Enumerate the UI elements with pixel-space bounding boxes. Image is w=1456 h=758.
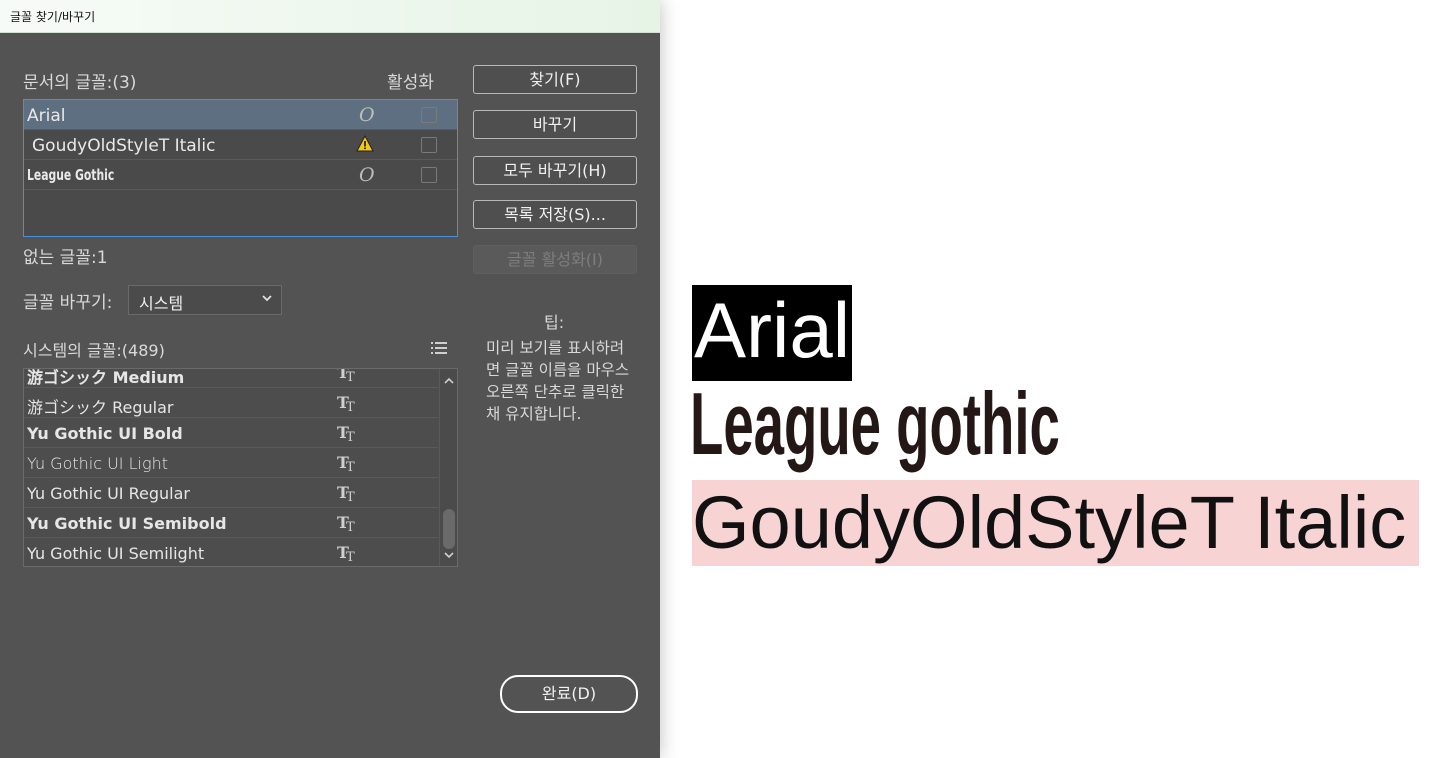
doc-fonts-label: 문서의 글꼴:(3): [23, 73, 137, 93]
font-name: League Gothic: [27, 166, 115, 184]
list-item[interactable]: 游ゴシック Medium TT: [24, 368, 438, 388]
list-item[interactable]: Yu Gothic UI Regular TT: [24, 478, 438, 508]
sample-text-league-gothic: League gothic: [690, 374, 1060, 473]
replace-with-dropdown[interactable]: 시스템: [128, 285, 282, 315]
sample-text-goudy: GoudyOldStyleT Italic: [692, 480, 1419, 566]
truetype-icon: TT: [337, 369, 355, 382]
save-list-button[interactable]: 목록 저장(S)...: [473, 200, 637, 229]
svg-text:T: T: [346, 370, 355, 382]
replace-button[interactable]: 바꾸기: [473, 110, 637, 139]
truetype-icon: TT: [337, 453, 355, 472]
chevron-down-icon[interactable]: [442, 548, 456, 562]
activate-checkbox[interactable]: [421, 167, 437, 183]
activate-checkbox[interactable]: [421, 137, 437, 153]
truetype-icon: TT: [337, 543, 355, 562]
doc-font-row-league[interactable]: League Gothic O: [24, 160, 457, 190]
done-button[interactable]: 완료(D): [500, 675, 638, 713]
activate-checkbox[interactable]: [421, 107, 437, 123]
list-item[interactable]: Yu Gothic UI Bold TT: [24, 418, 438, 448]
find-button[interactable]: 찾기(F): [473, 65, 637, 94]
list-item[interactable]: Yu Gothic UI Semilight TT: [24, 538, 438, 566]
svg-text:T: T: [346, 520, 355, 532]
chevron-up-icon[interactable]: [442, 374, 456, 388]
find-font-dialog: 글꼴 찾기/바꾸기 문서의 글꼴:(3) 활성화 Arial O GoudyOl…: [0, 0, 660, 758]
missing-fonts-label: 없는 글꼴:1: [23, 248, 108, 268]
opentype-icon: O: [359, 105, 374, 123]
tip-text: 미리 보기를 표시하려면 글꼴 이름을 마우스 오른쪽 단추로 클릭한 채 유지…: [486, 339, 630, 423]
replace-with-label: 글꼴 바꾸기:: [23, 293, 113, 313]
doc-font-row-arial[interactable]: Arial O: [24, 100, 457, 130]
list-item[interactable]: Yu Gothic UI Light TT: [24, 448, 438, 478]
font-name: Yu Gothic UI Bold: [27, 424, 183, 443]
list-item[interactable]: 游ゴシック Regular TT: [24, 388, 438, 418]
svg-text:T: T: [346, 400, 355, 412]
list-item[interactable]: Yu Gothic UI Semibold TT: [24, 508, 438, 538]
svg-text:O: O: [359, 105, 374, 123]
svg-text:O: O: [359, 165, 374, 183]
sample-text-arial: Arial: [692, 285, 853, 381]
scrollbar-thumb[interactable]: [443, 509, 455, 549]
system-fonts-label: 시스템의 글꼴:(489): [23, 341, 165, 360]
doc-font-row-goudy[interactable]: GoudyOldStyleT Italic: [24, 130, 457, 160]
svg-text:T: T: [346, 490, 355, 502]
chevron-down-icon: [262, 295, 272, 302]
dropdown-value: 시스템: [139, 294, 184, 313]
font-name: Yu Gothic UI Light: [27, 454, 168, 473]
replace-all-button[interactable]: 모두 바꾸기(H): [473, 156, 637, 185]
svg-text:T: T: [346, 430, 355, 442]
truetype-icon: TT: [337, 423, 355, 442]
activate-column-header: 활성화: [387, 73, 434, 93]
font-name: 游ゴシック Medium: [27, 368, 185, 387]
font-name: Yu Gothic UI Regular: [27, 484, 190, 503]
warning-icon: [356, 135, 374, 152]
list-view-icon[interactable]: [430, 340, 448, 356]
activate-fonts-button[interactable]: 글꼴 활성화(I): [473, 245, 637, 274]
title-bar: 글꼴 찾기/바꾸기: [0, 0, 660, 33]
font-name: Arial: [27, 106, 66, 126]
font-name: Yu Gothic UI Semibold: [27, 514, 227, 533]
truetype-icon: TT: [337, 483, 355, 502]
document-fonts-list[interactable]: Arial O GoudyOldStyleT Italic League Got…: [23, 99, 458, 237]
truetype-icon: TT: [337, 393, 355, 412]
font-name: 游ゴシック Regular: [27, 398, 174, 417]
svg-text:T: T: [346, 550, 355, 562]
font-name: GoudyOldStyleT Italic: [32, 136, 216, 156]
font-name: Yu Gothic UI Semilight: [27, 544, 205, 563]
system-fonts-scrollbar[interactable]: [439, 369, 457, 566]
window-title: 글꼴 찾기/바꾸기: [10, 10, 96, 24]
svg-text:T: T: [346, 460, 355, 472]
tip-title: 팁:: [544, 313, 565, 332]
truetype-icon: TT: [337, 513, 355, 532]
opentype-icon: O: [359, 165, 374, 183]
system-fonts-list[interactable]: 游ゴシック Medium TT 游ゴシック Regular TT Yu Goth…: [23, 368, 458, 567]
